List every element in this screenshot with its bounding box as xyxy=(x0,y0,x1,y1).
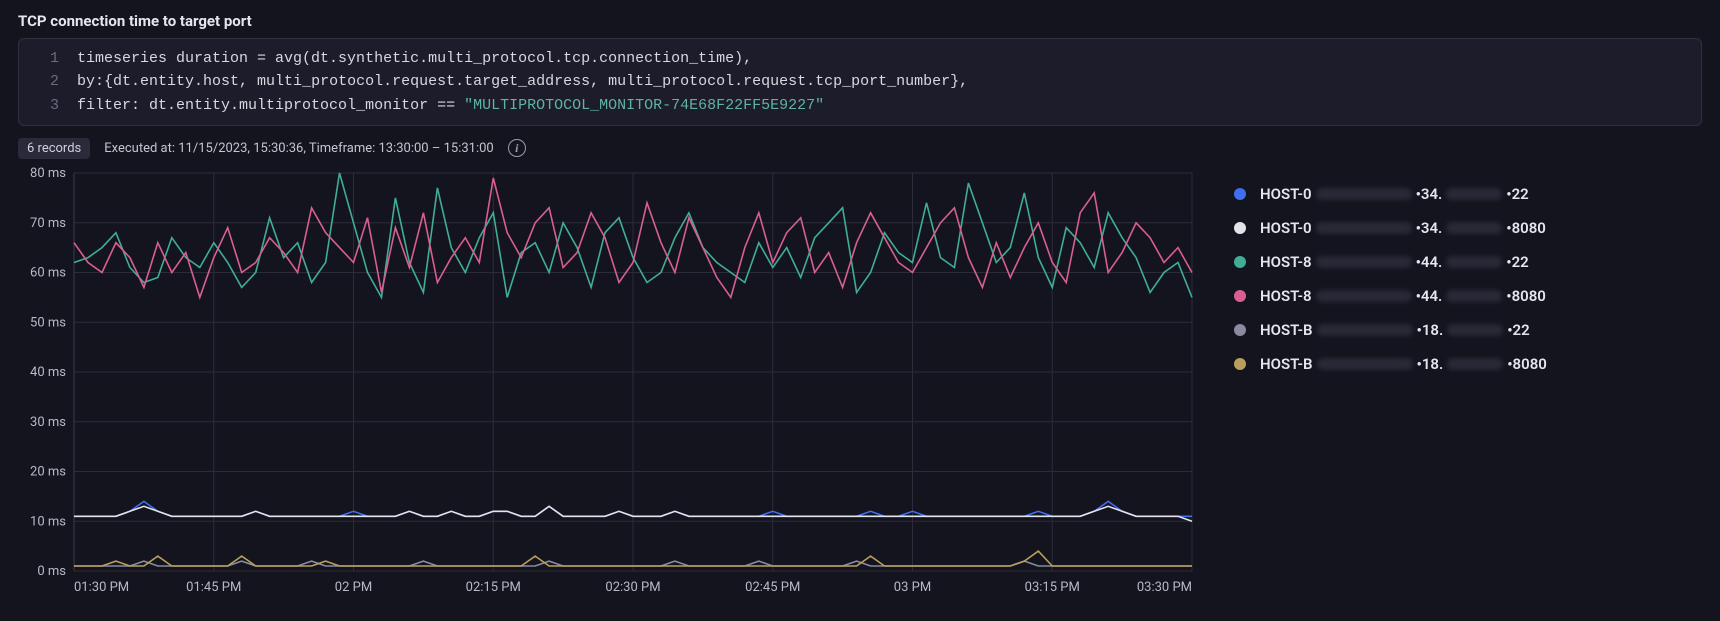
svg-text:50 ms: 50 ms xyxy=(30,315,66,330)
panel-title: TCP connection time to target port xyxy=(18,12,1702,30)
svg-text:20 ms: 20 ms xyxy=(30,464,66,479)
svg-text:01:45 PM: 01:45 PM xyxy=(186,580,241,595)
svg-text:03 PM: 03 PM xyxy=(894,580,931,595)
legend-label: HOST-B•18.•8080 xyxy=(1260,355,1547,373)
legend-label: HOST-0•34.•22 xyxy=(1260,185,1529,203)
info-icon[interactable]: i xyxy=(508,139,526,157)
svg-text:80 ms: 80 ms xyxy=(30,166,66,181)
svg-text:10 ms: 10 ms xyxy=(30,514,66,529)
svg-text:03:30 PM: 03:30 PM xyxy=(1137,580,1192,595)
legend-label: HOST-B•18.•22 xyxy=(1260,321,1530,339)
svg-text:40 ms: 40 ms xyxy=(30,365,66,380)
code-line-number: 3 xyxy=(19,94,77,117)
legend-color-dot xyxy=(1234,290,1246,302)
chart[interactable]: 0 ms 10 ms 20 ms 30 ms 40 ms 50 ms 60 ms 70 ms 8… xyxy=(18,163,1204,607)
svg-text:0 ms: 0 ms xyxy=(37,564,66,579)
legend-label: HOST-0•34.•8080 xyxy=(1260,219,1546,237)
code-line[interactable]: filter: dt.entity.multiprotocol_monitor … xyxy=(77,94,824,117)
legend-item[interactable]: HOST-B•18.•8080 xyxy=(1234,347,1547,381)
svg-text:60 ms: 60 ms xyxy=(30,265,66,280)
code-line[interactable]: by:{dt.entity.host, multi_protocol.reque… xyxy=(77,70,968,93)
legend-color-dot xyxy=(1234,358,1246,370)
svg-text:02:30 PM: 02:30 PM xyxy=(605,580,660,595)
legend-item[interactable]: HOST-0•34.•8080 xyxy=(1234,211,1547,245)
legend-item[interactable]: HOST-8•44.•8080 xyxy=(1234,279,1547,313)
chart-legend: HOST-0•34.•22 HOST-0•34.•8080 HOST-8•44.•2… xyxy=(1204,163,1547,381)
legend-color-dot xyxy=(1234,256,1246,268)
records-badge: 6 records xyxy=(18,138,90,159)
code-line[interactable]: timeseries duration = avg(dt.synthetic.m… xyxy=(77,47,752,70)
svg-text:03:15 PM: 03:15 PM xyxy=(1025,580,1080,595)
svg-text:02 PM: 02 PM xyxy=(335,580,372,595)
legend-color-dot xyxy=(1234,222,1246,234)
meta-row: 6 records Executed at: 11/15/2023, 15:30… xyxy=(18,138,1702,159)
svg-text:70 ms: 70 ms xyxy=(30,216,66,231)
executed-text: Executed at: 11/15/2023, 15:30:36, Timef… xyxy=(104,141,493,156)
svg-text:30 ms: 30 ms xyxy=(30,415,66,430)
legend-color-dot xyxy=(1234,324,1246,336)
legend-color-dot xyxy=(1234,188,1246,200)
legend-item[interactable]: HOST-B•18.•22 xyxy=(1234,313,1547,347)
svg-text:02:15 PM: 02:15 PM xyxy=(466,580,521,595)
legend-item[interactable]: HOST-0•34.•22 xyxy=(1234,177,1547,211)
legend-label: HOST-8•44.•22 xyxy=(1260,253,1529,271)
code-line-number: 1 xyxy=(19,47,77,70)
code-line-number: 2 xyxy=(19,70,77,93)
svg-text:01:30 PM: 01:30 PM xyxy=(74,580,129,595)
legend-item[interactable]: HOST-8•44.•22 xyxy=(1234,245,1547,279)
legend-label: HOST-8•44.•8080 xyxy=(1260,287,1546,305)
svg-text:02:45 PM: 02:45 PM xyxy=(745,580,800,595)
query-editor[interactable]: 1timeseries duration = avg(dt.synthetic.… xyxy=(18,38,1702,126)
